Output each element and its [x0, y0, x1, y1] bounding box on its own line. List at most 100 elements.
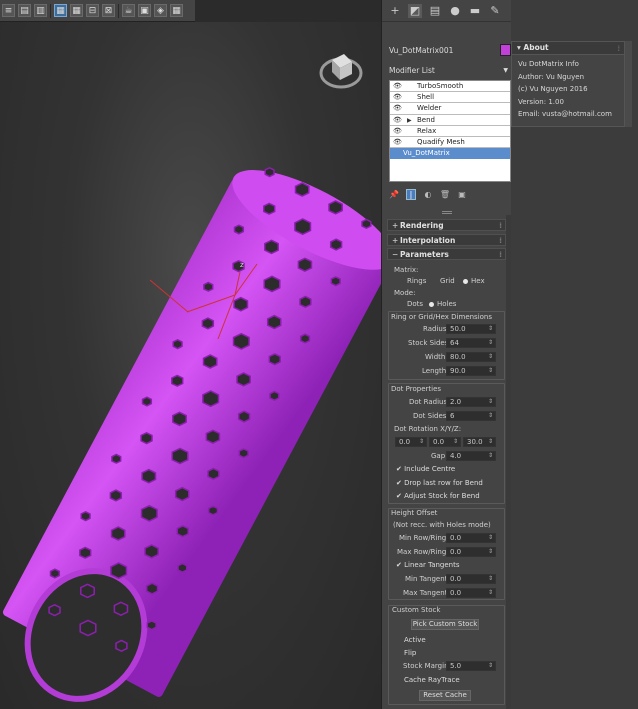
- about-scrollbar[interactable]: [625, 41, 632, 127]
- make-unique-icon[interactable]: ◐: [423, 189, 433, 200]
- rollout-rendering[interactable]: + Rendering ⁞: [387, 219, 506, 231]
- eye-icon[interactable]: 👁: [393, 115, 402, 126]
- width-spinner[interactable]: 80.0 ⇕: [446, 352, 496, 362]
- active-checkbox[interactable]: Active: [404, 636, 426, 644]
- spinner-arrows-icon[interactable]: ⇕: [488, 588, 493, 597]
- modifier-list-dropdown[interactable]: Modifier List ▼: [387, 64, 511, 77]
- spinner-arrows-icon[interactable]: ⇕: [488, 397, 493, 406]
- render-icon[interactable]: ◈: [154, 4, 167, 17]
- rollout-parameters[interactable]: − Parameters ⁞: [387, 248, 506, 260]
- spinner-arrows-icon[interactable]: ⇕: [488, 324, 493, 333]
- radio-holes-label: Holes: [437, 300, 457, 308]
- hex-hole: [299, 333, 311, 344]
- about-header[interactable]: ▾ About ⁞: [512, 42, 624, 55]
- perspective-viewport[interactable]: z: [0, 22, 381, 709]
- include-centre-checkbox[interactable]: ✔ Include Centre: [396, 465, 455, 473]
- utilities-icon[interactable]: ✎: [488, 4, 502, 18]
- eye-icon[interactable]: 👁: [393, 126, 402, 137]
- pin-stack-icon[interactable]: 📌: [389, 189, 399, 200]
- hex-hole: [144, 544, 159, 559]
- rotation-z-spinner[interactable]: 30.0 ⇕: [463, 437, 496, 447]
- min-row-spinner[interactable]: 0.0 ⇕: [446, 533, 496, 543]
- hex-hole: [207, 467, 220, 481]
- spinner-arrows-icon[interactable]: ⇕: [488, 547, 493, 556]
- menu-icon[interactable]: ≡: [2, 4, 15, 17]
- stack-item-bend[interactable]: 👁 ▶ Bend: [390, 115, 510, 126]
- stock-margin-spinner[interactable]: 5.0 ⇕: [446, 661, 496, 671]
- spinner-arrows-icon[interactable]: ⇕: [419, 437, 424, 446]
- check-icon: ✔: [396, 479, 402, 487]
- spinner-arrows-icon[interactable]: ⇕: [488, 451, 493, 460]
- remove-modifier-icon[interactable]: 🗑: [440, 189, 450, 200]
- stack-item-label: Relax: [417, 126, 437, 135]
- spinner-arrows-icon[interactable]: ⇕: [453, 437, 458, 446]
- spinner-arrows-icon[interactable]: ⇕: [488, 338, 493, 347]
- adjust-stock-checkbox[interactable]: ✔ Adjust Stock for Bend: [396, 492, 480, 500]
- show-end-result-icon[interactable]: |: [406, 188, 416, 200]
- object-name-field[interactable]: Vu_DotMatrix001: [387, 44, 495, 57]
- modify-icon[interactable]: ◩: [408, 3, 422, 18]
- radio-rings[interactable]: [399, 279, 404, 284]
- display-icon[interactable]: ▬: [468, 4, 482, 18]
- spinner-arrows-icon[interactable]: ⇕: [488, 352, 493, 361]
- stack-item-shell[interactable]: 👁 Shell: [390, 92, 510, 104]
- drag-dots-icon: ⁞: [617, 44, 620, 53]
- render-frame-icon[interactable]: ▦: [170, 4, 183, 17]
- hierarchy-icon[interactable]: ▤: [428, 4, 442, 18]
- teapot-icon[interactable]: ☕: [122, 4, 135, 17]
- layout-active-icon[interactable]: ▦: [54, 4, 67, 17]
- spinner-arrows-icon[interactable]: ⇕: [488, 533, 493, 542]
- panel-drag-handle[interactable]: [442, 211, 452, 214]
- drop-last-row-checkbox[interactable]: ✔ Drop last row for Bend: [396, 479, 483, 487]
- flip-checkbox[interactable]: Flip: [404, 649, 416, 657]
- max-tangent-spinner[interactable]: 0.0 ⇕: [446, 588, 496, 598]
- radio-dots[interactable]: [399, 302, 404, 307]
- reset-cache-button[interactable]: Reset Cache: [419, 690, 471, 701]
- dot-sides-spinner[interactable]: 6 ⇕: [446, 411, 496, 421]
- eye-icon[interactable]: 👁: [393, 81, 402, 92]
- min-tangent-spinner[interactable]: 0.0 ⇕: [446, 574, 496, 584]
- radius-spinner[interactable]: 50.0 ⇕: [446, 324, 496, 334]
- checkbox-label: Drop last row for Bend: [404, 479, 483, 487]
- eye-icon[interactable]: 👁: [393, 137, 402, 148]
- eye-icon[interactable]: 👁: [393, 103, 402, 114]
- list-icon[interactable]: ▤: [18, 4, 31, 17]
- expand-arrow-icon[interactable]: ▶: [407, 115, 412, 126]
- stack-item-base-object[interactable]: Vu_DotMatrix: [390, 148, 510, 160]
- modifier-stack[interactable]: 👁 TurboSmooth 👁 Shell 👁 Welder 👁 ▶ Bend …: [389, 80, 511, 182]
- cache-raytrace-checkbox[interactable]: Cache RayTrace: [404, 676, 460, 684]
- motion-icon[interactable]: ●: [448, 4, 462, 18]
- eye-icon[interactable]: 👁: [393, 92, 402, 103]
- spinner-arrows-icon[interactable]: ⇕: [488, 661, 493, 670]
- spinner-arrows-icon[interactable]: ⇕: [488, 574, 493, 583]
- layout-icon[interactable]: ▥: [34, 4, 47, 17]
- object-color-swatch[interactable]: [500, 44, 511, 56]
- stack-item-relax[interactable]: 👁 Relax: [390, 126, 510, 137]
- spinner-arrows-icon[interactable]: ⇕: [488, 366, 493, 375]
- radio-grid[interactable]: [432, 279, 437, 284]
- max-row-spinner[interactable]: 0.0 ⇕: [446, 547, 496, 557]
- viewcube-icon[interactable]: [318, 46, 364, 92]
- dot-radius-spinner[interactable]: 2.0 ⇕: [446, 397, 496, 407]
- stack-item-quadify-mesh[interactable]: 👁 Quadify Mesh: [390, 137, 510, 149]
- pick-custom-stock-button[interactable]: Pick Custom Stock: [411, 619, 479, 630]
- radio-holes[interactable]: [429, 302, 434, 307]
- transform-icon[interactable]: ⊠: [102, 4, 115, 17]
- rotation-y-spinner[interactable]: 0.0 ⇕: [429, 437, 461, 447]
- configure-modifier-sets-icon[interactable]: ▣: [457, 189, 467, 200]
- frame-icon[interactable]: ⊟: [86, 4, 99, 17]
- grid-icon[interactable]: ▦: [70, 4, 83, 17]
- rollout-interpolation[interactable]: + Interpolation ⁞: [387, 234, 506, 246]
- stack-item-turbosmooth[interactable]: 👁 TurboSmooth: [390, 81, 510, 93]
- radio-hex[interactable]: [463, 279, 468, 284]
- create-icon[interactable]: +: [388, 4, 402, 18]
- linear-tangents-checkbox[interactable]: ✔ Linear Tangents: [396, 561, 460, 569]
- stack-item-welder[interactable]: 👁 Welder: [390, 103, 510, 115]
- stock-sides-spinner[interactable]: 64 ⇕: [446, 338, 496, 348]
- image-icon[interactable]: ▣: [138, 4, 151, 17]
- length-spinner[interactable]: 90.0 ⇕: [446, 366, 496, 376]
- rotation-x-spinner[interactable]: 0.0 ⇕: [395, 437, 427, 447]
- spinner-arrows-icon[interactable]: ⇕: [488, 437, 493, 446]
- gap-spinner[interactable]: 4.0 ⇕: [446, 451, 496, 461]
- spinner-arrows-icon[interactable]: ⇕: [488, 411, 493, 420]
